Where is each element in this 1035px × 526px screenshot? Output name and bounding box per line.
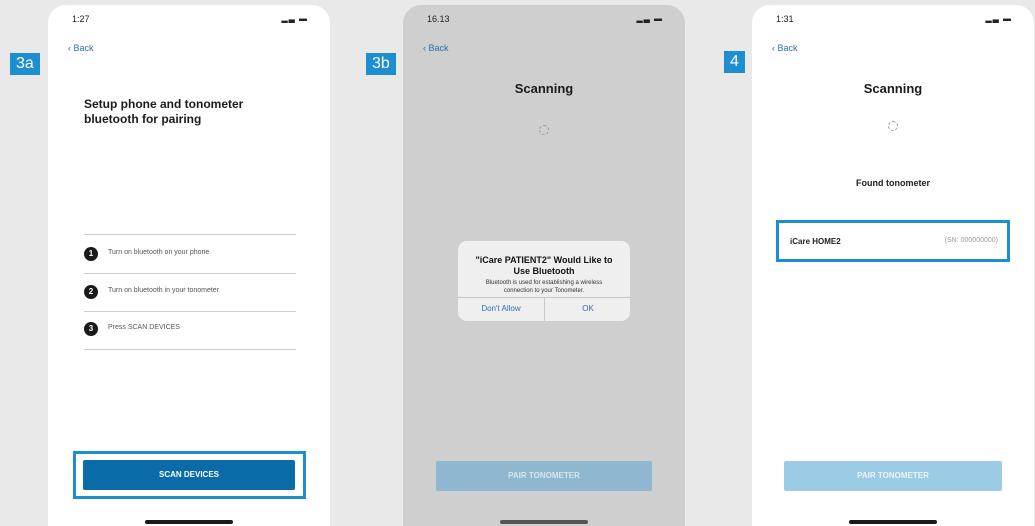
bluetooth-permission-dialog: "iCare PATIENT2" Would Like to Use Bluet… [458, 241, 630, 321]
divider [84, 349, 296, 350]
status-bar: 16.13 ▂▃ ▬ [403, 5, 685, 27]
scan-devices-button[interactable]: SCAN DEVICES [83, 460, 295, 490]
signal-wifi-battery-icon: ▂▃ ▬ [281, 14, 308, 23]
signal-wifi-battery-icon: ▂▃ ▬ [636, 14, 663, 23]
status-bar: 1:27 ▂▃ ▬ [48, 5, 330, 27]
instruction-item: 3 Press SCAN DEVICES [84, 320, 296, 340]
divider [84, 234, 296, 235]
status-bar: 1:31 ▂▃ ▬ [752, 5, 1034, 27]
ok-button[interactable]: OK [545, 297, 630, 321]
divider [84, 273, 296, 274]
home-indicator [500, 520, 588, 524]
dont-allow-button[interactable]: Don't Allow [458, 297, 544, 321]
page-title: Scanning [863, 81, 923, 96]
device-list-item[interactable]: iCare HOME2 (SN: 000000000) [782, 227, 1004, 253]
loading-spinner-icon [539, 125, 549, 135]
phone-screen-found-device: 1:31 ▂▃ ▬ ‹ Back Scanning Found tonomete… [752, 5, 1034, 526]
device-name: iCare HOME2 [790, 237, 841, 246]
phone-screen-setup: 1:27 ▂▃ ▬ ‹ Back Setup phone and tonomet… [48, 5, 330, 526]
dialog-title: "iCare PATIENT2" Would Like to Use Bluet… [475, 255, 613, 276]
status-time: 16.13 [427, 14, 450, 24]
step-number: 3 [84, 322, 98, 336]
back-label: Back [73, 43, 94, 53]
instruction-item: 2 Turn on bluetooth in your tonometer [84, 283, 296, 303]
loading-spinner-icon [888, 121, 898, 131]
dialog-message: Bluetooth is used for establishing a wir… [485, 280, 603, 294]
step-tag-4: 4 [724, 51, 745, 73]
step-tag-3b: 3b [366, 53, 396, 75]
back-label: Back [777, 43, 798, 53]
page-title: Scanning [514, 81, 574, 96]
back-button[interactable]: ‹ Back [68, 43, 94, 53]
device-serial: (SN: 000000000) [944, 237, 998, 244]
pair-tonometer-button[interactable]: PAIR TONOMETER [436, 461, 652, 491]
step-number: 1 [84, 247, 98, 261]
instruction-text: Turn on bluetooth on your phone [108, 249, 210, 256]
instruction-item: 1 Turn on bluetooth on your phone [84, 245, 296, 265]
phone-screen-bluetooth-permission: 16.13 ▂▃ ▬ ‹ Back Scanning "iCare PATIEN… [403, 5, 685, 526]
home-indicator [145, 520, 233, 524]
back-label: Back [428, 43, 449, 53]
found-tonometer-label: Found tonometer [856, 178, 930, 188]
divider [84, 311, 296, 312]
status-time: 1:31 [776, 14, 794, 24]
back-button[interactable]: ‹ Back [772, 43, 798, 53]
instruction-text: Turn on bluetooth in your tonometer [108, 287, 220, 294]
page-title: Setup phone and tonometer bluetooth for … [84, 97, 244, 126]
step-tag-3a: 3a [10, 53, 40, 75]
pair-tonometer-button[interactable]: PAIR TONOMETER [784, 461, 1002, 491]
home-indicator [849, 520, 937, 524]
instruction-text: Press SCAN DEVICES [108, 324, 180, 331]
step-number: 2 [84, 285, 98, 299]
signal-wifi-battery-icon: ▂▃ ▬ [985, 14, 1012, 23]
status-time: 1:27 [72, 14, 90, 24]
back-button[interactable]: ‹ Back [423, 43, 449, 53]
